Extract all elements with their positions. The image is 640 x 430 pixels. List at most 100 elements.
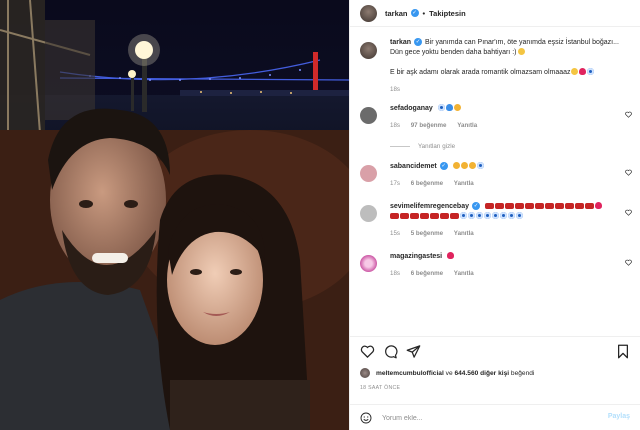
- car-emoji-icon: [534, 203, 544, 209]
- reply-button[interactable]: Yanıtla: [454, 180, 474, 187]
- caption-username[interactable]: tarkan: [390, 39, 411, 46]
- reply-button[interactable]: Yanıtla: [454, 270, 474, 277]
- comment-time: 17s: [390, 180, 400, 187]
- comment-meta: 18s 97 beğenme Yanıtla: [390, 121, 620, 131]
- comment-item: sevimelifemregencebay ✓ 15s 5 beğenme Yan…: [360, 201, 632, 239]
- red-heart-emoji-icon: [447, 252, 455, 259]
- hide-replies-toggle[interactable]: Yanıtları gizle: [390, 143, 632, 150]
- likes-others-count[interactable]: 644.560 diğer kişi: [454, 370, 509, 377]
- clap-emoji-icon: [452, 162, 460, 169]
- liker-avatar[interactable]: [360, 368, 370, 378]
- car-emoji-icon: [400, 213, 409, 219]
- comment-item: sefadoganay 18s 97 beğenme Yanıtla: [360, 103, 632, 131]
- commenter-avatar[interactable]: [360, 107, 377, 124]
- car-emoji-icon: [484, 203, 494, 209]
- car-emoji-icon: [504, 203, 514, 209]
- verified-icon: ✓: [414, 38, 423, 47]
- emoji-picker-icon[interactable]: [360, 412, 372, 424]
- likes-suffix: beğendi: [510, 369, 535, 377]
- verified-icon: ✓: [439, 162, 448, 171]
- post-timestamp: 18 SAAT ÖNCE: [360, 385, 401, 391]
- commenter-username[interactable]: sevimelifemregencebay: [390, 203, 469, 210]
- verified-icon: ✓: [472, 202, 480, 211]
- evil-eye-emoji-icon: [492, 212, 499, 219]
- clap-emoji-icon: [460, 162, 468, 169]
- reply-button[interactable]: Yanıtla: [454, 230, 474, 237]
- separator-dot: •: [422, 8, 426, 18]
- commenter-avatar[interactable]: [360, 255, 377, 272]
- comment-time: 18s: [390, 122, 400, 129]
- action-bar: [350, 336, 640, 365]
- comment-meta: 17s 6 beğenme Yanıtla: [390, 179, 620, 189]
- commenter-avatar[interactable]: [360, 205, 377, 222]
- like-comment-heart-icon[interactable]: [625, 209, 632, 216]
- smile-emoji-icon: [570, 68, 578, 75]
- red-heart-emoji-icon: [578, 68, 586, 75]
- car-emoji-icon: [390, 213, 399, 219]
- commenter-avatar[interactable]: [360, 165, 377, 182]
- car-emoji-icon: [584, 203, 594, 209]
- author-avatar[interactable]: [360, 4, 377, 22]
- comment-time: 18s: [390, 270, 400, 277]
- comment-input[interactable]: [382, 411, 582, 425]
- car-emoji-icon: [420, 213, 429, 219]
- caption-line-1: Bir yanımda can Pınar'ım, öte yanımda eş…: [425, 39, 619, 46]
- caption-line-2: Dün gece yoktu benden daha bahtiyarı :): [390, 49, 517, 56]
- like-comment-heart-icon[interactable]: [625, 169, 632, 176]
- comment-composer: Paylaş: [350, 404, 640, 430]
- comment-likes[interactable]: 6 beğenme: [411, 270, 443, 277]
- evil-eye-emoji-icon: [586, 68, 594, 75]
- caption-avatar[interactable]: [360, 42, 377, 59]
- post-photo[interactable]: [0, 0, 349, 430]
- reply-button[interactable]: Yanıtla: [457, 122, 477, 129]
- evil-eye-emoji-icon: [476, 212, 483, 219]
- caption-line-3: E bir aşk adamı olarak arada romantik ol…: [390, 69, 571, 76]
- caption-time: 18s: [390, 86, 400, 93]
- comment-bubble-icon[interactable]: [383, 344, 398, 359]
- comments-list: tarkan ✓ Bir yanımda can Pınar'ım, öte yan…: [360, 38, 632, 279]
- author-username[interactable]: tarkan: [385, 9, 408, 18]
- clap-emoji-icon: [468, 162, 476, 169]
- post-comment-button[interactable]: Paylaş: [608, 413, 630, 420]
- comment-likes[interactable]: 5 beğenme: [411, 230, 443, 237]
- evil-eye-emoji-icon: [508, 212, 515, 219]
- like-heart-icon[interactable]: [360, 344, 375, 359]
- smile-emoji-icon: [518, 48, 526, 55]
- comment-likes[interactable]: 97 beğenme: [411, 122, 447, 129]
- blue-heart-emoji-icon: [445, 104, 453, 111]
- comment-item: sabancidemet ✓ 17s 6 beğenme Yanıtla: [360, 161, 632, 189]
- commenter-username[interactable]: sabancidemet: [390, 163, 437, 170]
- likes-and: ve: [445, 369, 453, 377]
- car-emoji-icon: [554, 203, 564, 209]
- hide-replies-label[interactable]: Yanıtları gizle: [418, 143, 455, 150]
- post-sidebar: tarkan ✓ • Takiptesin tarkan ✓ Bir yanımda…: [349, 0, 640, 430]
- heart-emoji-icon: [594, 202, 602, 209]
- comment-meta: 15s 5 beğenme Yanıtla: [390, 229, 620, 239]
- car-emoji-icon: [430, 213, 439, 219]
- save-bookmark-icon[interactable]: [616, 344, 630, 359]
- replies-divider: [390, 146, 410, 147]
- comment-meta: 18s 6 beğenme Yanıtla: [390, 269, 620, 279]
- evil-eye-emoji-icon: [468, 212, 475, 219]
- car-emoji-icon: [524, 203, 534, 209]
- caption-meta: 18s: [390, 85, 620, 95]
- commenter-username[interactable]: sefadoganay: [390, 105, 433, 112]
- evil-eye-emoji-icon: [476, 162, 484, 169]
- liker-username[interactable]: meltemcumbulofficial: [376, 370, 444, 377]
- comment-likes[interactable]: 6 beğenme: [411, 180, 443, 187]
- like-comment-heart-icon[interactable]: [625, 259, 632, 266]
- follow-status[interactable]: Takiptesin: [429, 9, 466, 18]
- evil-eye-emoji-icon: [437, 104, 445, 111]
- car-emoji-icon: [564, 203, 574, 209]
- car-emoji-icon: [494, 203, 504, 209]
- like-comment-heart-icon[interactable]: [625, 111, 632, 118]
- car-emoji-icon: [514, 203, 524, 209]
- evil-eye-emoji-icon: [500, 212, 507, 219]
- praying-hands-emoji-icon: [453, 104, 461, 111]
- verified-icon: ✓: [410, 9, 419, 17]
- car-emoji-icon: [440, 213, 449, 219]
- share-paper-plane-icon[interactable]: [406, 344, 421, 359]
- evil-eye-emoji-icon: [460, 212, 467, 219]
- commenter-username[interactable]: magazingastesi: [390, 253, 442, 260]
- car-emoji-icon: [410, 213, 419, 219]
